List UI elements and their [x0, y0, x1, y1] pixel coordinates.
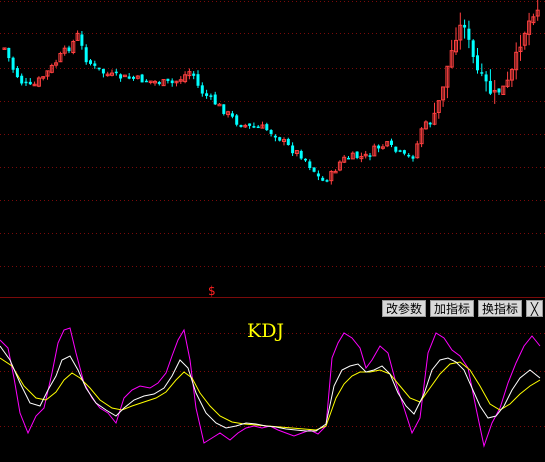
candle-body-down	[463, 24, 467, 28]
candle-body-down	[256, 126, 260, 129]
candle-body-down	[476, 55, 479, 71]
modify-params-button[interactable]: 改参数	[381, 300, 426, 317]
indicator-toolbar: 改参数 加指标 换指标 ╳	[381, 300, 543, 317]
candle-body-down	[278, 137, 282, 141]
candle-body-down	[119, 74, 123, 79]
candle-body-down	[140, 74, 144, 83]
candle-body-down	[321, 177, 325, 181]
candle-body-down	[497, 88, 501, 93]
candle-body-down	[402, 150, 406, 154]
candle-body-down	[484, 74, 488, 82]
candle-body-down	[308, 161, 312, 168]
candle-body-down	[20, 75, 24, 84]
switch-indicator-button[interactable]: 换指标	[477, 300, 522, 317]
candle-body-down	[200, 85, 204, 94]
kdj-k-line	[0, 345, 541, 432]
indicator-title: KDJ	[247, 320, 285, 342]
candle-body-down	[355, 151, 359, 158]
candle-body-down	[11, 57, 15, 70]
candle-body-down	[222, 104, 226, 114]
candle-body-down	[101, 68, 105, 74]
candle-body-down	[428, 122, 432, 125]
candle-body-down	[7, 47, 11, 59]
candle-body-down	[248, 123, 252, 126]
candle-body-down	[398, 150, 402, 152]
add-indicator-button[interactable]: 加指标	[429, 300, 474, 317]
candle-body-down	[144, 80, 148, 83]
candle-body-down	[488, 80, 492, 94]
candlestick-chart	[0, 0, 545, 267]
candle-body-down	[213, 94, 217, 105]
candle-body-down	[166, 78, 170, 82]
price-chart-panel[interactable]	[0, 0, 545, 297]
candle-body-down	[299, 150, 303, 159]
candle-body-down	[170, 80, 174, 84]
close-icon[interactable]: ╳	[526, 300, 543, 317]
candle-body-down	[127, 76, 131, 79]
candle-body-down	[192, 73, 196, 76]
kdj-d-line	[0, 357, 541, 431]
candle-body-down	[390, 140, 393, 145]
candle-body-down	[316, 173, 320, 177]
candle-body-down	[239, 124, 243, 127]
candle-body-down	[196, 74, 200, 86]
candle-body-down	[114, 71, 118, 74]
candle-body-down	[312, 167, 316, 172]
candle-body-down	[24, 81, 28, 84]
candle-body-down	[84, 47, 88, 63]
candle-body-down	[28, 81, 32, 85]
candle-body-down	[89, 60, 92, 64]
candle-body-down	[394, 146, 398, 152]
candle-body-down	[93, 63, 97, 66]
candle-body-down	[157, 81, 161, 85]
candle-body-down	[252, 126, 256, 128]
candle-body-down	[286, 138, 290, 146]
candle-body-down	[411, 156, 415, 159]
candle-body-down	[205, 93, 209, 96]
candle-body-down	[467, 28, 471, 40]
candle-body-down	[132, 76, 135, 79]
candle-body-down	[269, 130, 273, 134]
candle-body-down	[209, 95, 213, 97]
candle-body-down	[235, 115, 239, 125]
candle-body-down	[291, 145, 295, 154]
candle-body-down	[273, 135, 277, 138]
candle-body-down	[325, 180, 329, 182]
candle-body-down	[230, 113, 234, 117]
signal-marker: $	[208, 284, 216, 298]
candle-body-down	[67, 47, 71, 52]
candle-body-down	[471, 40, 475, 57]
candle-body-down	[377, 145, 381, 149]
candle-body-down	[407, 154, 411, 157]
candle-body-up	[217, 103, 222, 107]
candle-body-down	[80, 34, 84, 46]
candle-body-down	[347, 157, 350, 160]
candle-body-down	[265, 124, 269, 131]
candle-body-down	[97, 67, 101, 70]
candle-body-down	[480, 72, 484, 74]
candle-body-down	[15, 68, 19, 78]
kdj-j-line	[0, 327, 541, 448]
candle-body-down	[304, 158, 307, 161]
candle-body-down	[368, 155, 372, 157]
